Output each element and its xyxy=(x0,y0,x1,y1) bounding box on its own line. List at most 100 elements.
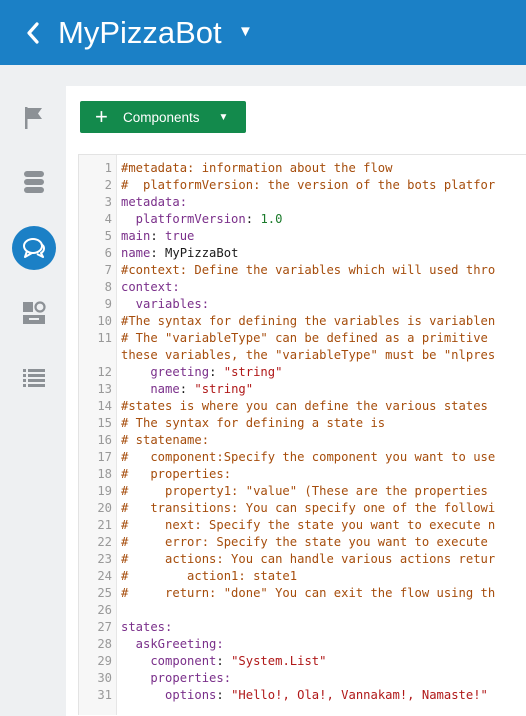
chevron-left-icon xyxy=(27,22,39,44)
code-line: 28 askGreeting: xyxy=(79,636,526,653)
code-text: #states is where you can define the vari… xyxy=(121,398,488,415)
components-label: Components xyxy=(123,109,200,125)
code-token: # platformVersion: the version of the bo… xyxy=(121,178,496,192)
code-token: name xyxy=(121,246,151,260)
line-number: 16 xyxy=(97,433,112,447)
caret-down-icon[interactable]: ▼ xyxy=(219,112,229,123)
code-token: # return: "done" You can exit the flow u… xyxy=(121,586,496,600)
line-number: 6 xyxy=(104,246,112,260)
code-token: #states is where you can define the vari… xyxy=(121,399,488,413)
code-token: : xyxy=(150,229,166,243)
line-number: 3 xyxy=(104,195,112,209)
line-number: 8 xyxy=(104,280,112,294)
code-text: # The syntax for defining a state is xyxy=(121,415,385,432)
line-number: 7 xyxy=(104,263,112,277)
line-number: 31 xyxy=(97,688,112,702)
components-button[interactable]: + Components ▼ xyxy=(80,101,246,133)
code-token: # error: Specify the state you want to e… xyxy=(121,535,488,549)
sidebar-item-components[interactable] xyxy=(12,291,56,335)
line-number: 13 xyxy=(97,382,112,396)
code-editor[interactable]: 1 #metadata: information about the flow 2 #… xyxy=(78,154,526,715)
code-token: askGreeting: xyxy=(121,637,224,651)
code-line: 8 context: xyxy=(79,279,526,296)
code-line: 27 states: xyxy=(79,619,526,636)
line-number: 9 xyxy=(104,297,112,311)
code-text: #context: Define the variables which wil… xyxy=(121,262,495,279)
code-line: 5 main: true xyxy=(79,228,526,245)
code-text: properties: xyxy=(121,670,231,687)
code-line: 16 # statename: xyxy=(79,432,526,449)
code-line: 6 name: MyPizzaBot xyxy=(79,245,526,262)
code-line: 26 xyxy=(79,602,526,619)
code-line: 20 # transitions: You can specify one of … xyxy=(79,500,526,517)
sidebar-item-entities[interactable] xyxy=(12,160,56,204)
code-token: # action1: state1 xyxy=(121,569,298,583)
code-text: variables: xyxy=(121,296,209,313)
code-token: states: xyxy=(121,620,173,634)
code-token: variables: xyxy=(121,297,210,311)
line-number: 27 xyxy=(97,620,112,634)
caret-down-icon[interactable]: ▼ xyxy=(238,23,253,40)
code-text: # return: "done" You can exit the flow u… xyxy=(121,585,495,602)
line-number: 12 xyxy=(97,365,112,379)
code-text: #metadata: information about the flow xyxy=(121,160,393,177)
code-token: properties: xyxy=(121,671,232,685)
database-icon xyxy=(24,171,44,193)
sidebar-item-intents[interactable] xyxy=(12,96,56,140)
code-line: 7 #context: Define the variables which wi… xyxy=(79,262,526,279)
line-number: 28 xyxy=(97,637,112,651)
code-text: main: true xyxy=(121,228,194,245)
settings-tools-icon xyxy=(23,301,46,324)
code-text: options: "Hello!, Ola!, Vannakam!, Namas… xyxy=(121,687,488,704)
line-number: 2 xyxy=(104,178,112,192)
line-number: 10 xyxy=(97,314,112,328)
code-token: : xyxy=(216,654,232,668)
code-token: # The syntax for defining a state is xyxy=(121,416,386,430)
line-number: 15 xyxy=(97,416,112,430)
flag-icon xyxy=(25,107,42,129)
line-number: 18 xyxy=(97,467,112,481)
sidebar-item-flows[interactable] xyxy=(12,226,56,270)
back-button[interactable] xyxy=(20,18,46,48)
code-text: askGreeting: xyxy=(121,636,224,653)
code-line: 19 # property1: "value" (These are the pr… xyxy=(79,483,526,500)
code-text: metadata: xyxy=(121,194,187,211)
code-line: 4 platformVersion: 1.0 xyxy=(79,211,526,228)
line-number: 4 xyxy=(104,212,112,226)
code-token: # actions: You can handle various action… xyxy=(121,552,496,566)
code-token: component xyxy=(121,654,217,668)
code-line: 23 # actions: You can handle various acti… xyxy=(79,551,526,568)
line-number: 17 xyxy=(97,450,112,464)
code-token: #The syntax for defining the variables i… xyxy=(121,314,496,328)
code-line: 25 # return: "done" You can exit the flow… xyxy=(79,585,526,602)
code-text: states: xyxy=(121,619,172,636)
line-number: 24 xyxy=(97,569,112,583)
code-token: : xyxy=(179,382,195,396)
code-text: name: "string" xyxy=(121,381,253,398)
code-line: 22 # error: Specify the state you want to… xyxy=(79,534,526,551)
sidebar-item-list[interactable] xyxy=(12,356,56,400)
line-number: 14 xyxy=(97,399,112,413)
code-token: 1.0 xyxy=(260,212,283,226)
code-text: # component:Specify the component you wa… xyxy=(121,449,495,466)
code-token: true xyxy=(165,229,195,243)
line-number: 1 xyxy=(104,161,112,175)
code-text: # statename: xyxy=(121,432,209,449)
code-token: # property1: "value" (These are the prop… xyxy=(121,484,488,498)
code-line: 29 component: "System.List" xyxy=(79,653,526,670)
code-token: # component:Specify the component you wa… xyxy=(121,450,496,464)
code-text: # actions: You can handle various action… xyxy=(121,551,495,568)
code-line: 11 # The "variableType" can be defined as… xyxy=(79,330,526,364)
code-text: # property1: "value" (These are the prop… xyxy=(121,483,488,500)
code-token: options xyxy=(121,688,217,702)
code-text: #The syntax for defining the variables i… xyxy=(121,313,495,330)
line-number: 21 xyxy=(97,518,112,532)
line-number: 22 xyxy=(97,535,112,549)
chat-icon xyxy=(23,238,45,258)
app-header: MyPizzaBot ▼ xyxy=(0,0,526,65)
code-token: greeting xyxy=(121,365,210,379)
code-text: # action1: state1 xyxy=(121,568,297,585)
code-line: 21 # next: Specify the state you want to … xyxy=(79,517,526,534)
line-number: 19 xyxy=(97,484,112,498)
code-line: 31 options: "Hello!, Ola!, Vannakam!, Na… xyxy=(79,687,526,704)
